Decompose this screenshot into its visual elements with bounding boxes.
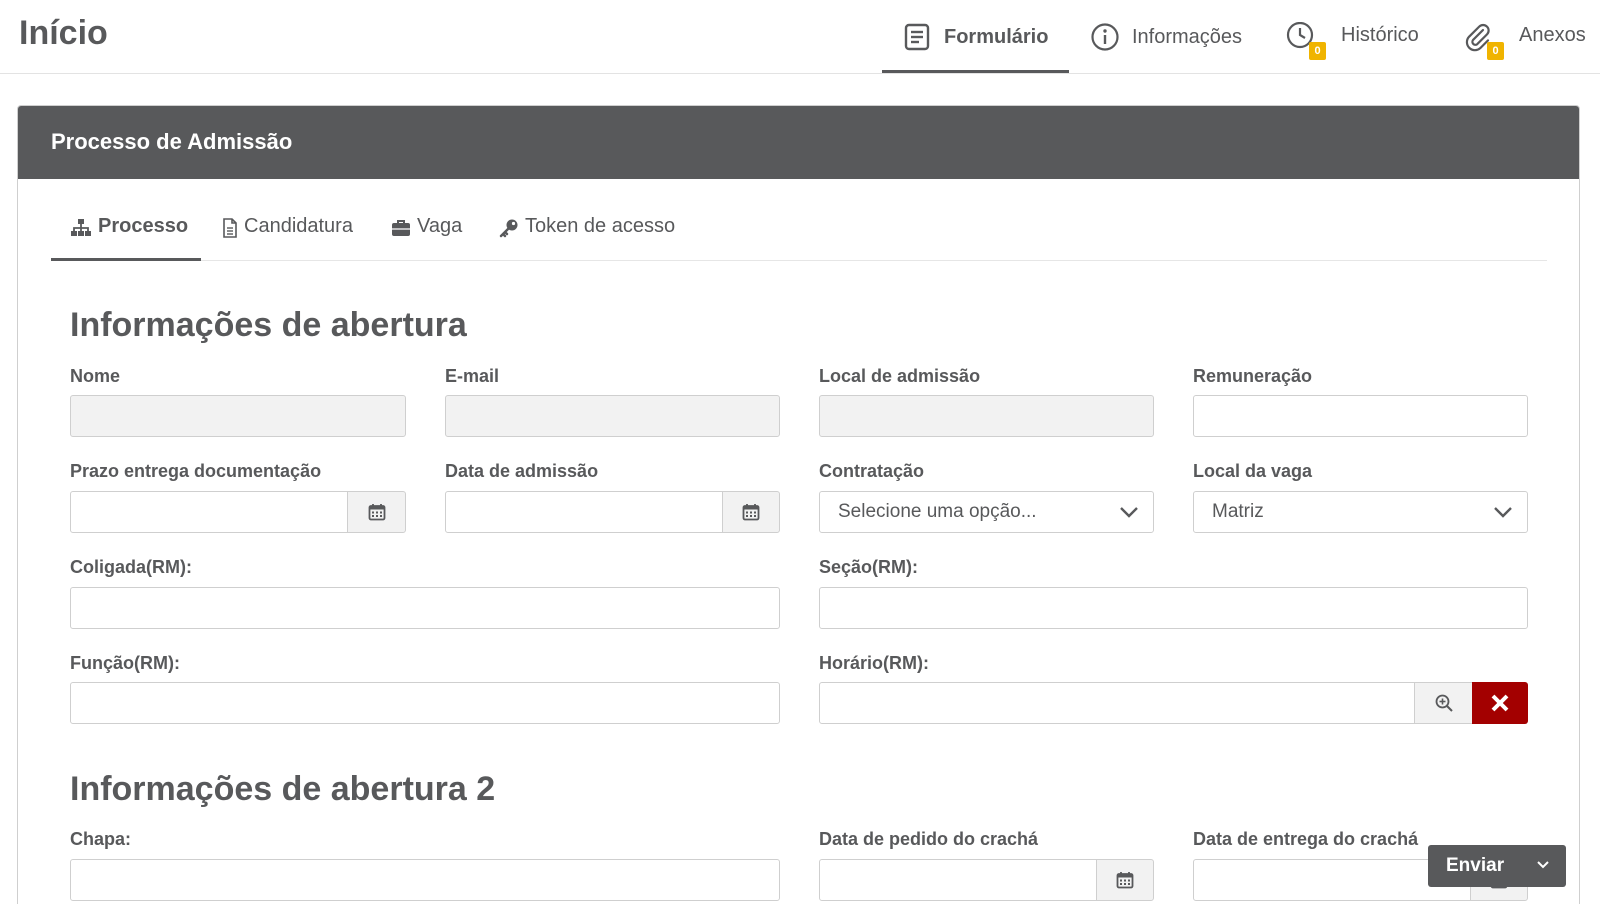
tab-anexos[interactable]: 0 Anexos (1463, 0, 1586, 74)
tab-historico[interactable]: 0 Histórico (1285, 0, 1419, 74)
data-pedido-cracha-field[interactable] (819, 859, 1097, 901)
section-title-abertura-2: Informações de abertura 2 (70, 770, 496, 808)
active-inner-tab-indicator (51, 258, 201, 261)
calendar-icon (1116, 872, 1134, 889)
local-admissao-field[interactable] (819, 395, 1154, 437)
label-data-entrega-cracha: Data de entrega do crachá (1193, 829, 1419, 849)
horario-search-button[interactable] (1414, 682, 1473, 724)
prazo-calendar-button[interactable] (347, 491, 406, 533)
label-coligada: Coligada(RM): (70, 557, 192, 577)
label-horario: Horário(RM): (819, 653, 929, 673)
tab-processo-label: Processo (98, 215, 189, 237)
email-field[interactable] (445, 395, 780, 437)
tab-token-acesso[interactable]: Token de acesso (499, 215, 675, 259)
section-title-abertura: Informações de abertura (70, 306, 467, 344)
clock-icon: 0 (1285, 22, 1326, 60)
contratacao-select[interactable]: Selecione uma opção... (819, 491, 1154, 533)
tab-vaga-label: Vaga (417, 215, 463, 237)
remuneracao-field[interactable] (1193, 395, 1528, 437)
label-chapa: Chapa: (70, 829, 132, 849)
tab-anexos-label: Anexos (1519, 23, 1586, 46)
close-icon (1491, 694, 1509, 712)
panel-header: Processo de Admissão (18, 106, 1579, 179)
document-icon (223, 218, 237, 238)
label-data-pedido-cracha: Data de pedido do crachá (819, 829, 1039, 849)
data-pedido-cracha-calendar-button[interactable] (1096, 859, 1154, 901)
briefcase-icon (392, 220, 410, 236)
anexos-badge: 0 (1487, 42, 1504, 60)
calendar-icon (368, 504, 385, 521)
local-vaga-select[interactable]: Matriz (1193, 491, 1528, 533)
tab-historico-label: Histórico (1341, 23, 1419, 46)
panel-title: Processo de Admissão (51, 129, 293, 154)
tab-vaga[interactable]: Vaga (391, 215, 462, 259)
tab-informacoes[interactable]: Informações (1090, 0, 1242, 74)
label-nome: Nome (70, 366, 121, 386)
zoom-in-icon (1435, 694, 1453, 712)
chevron-down-icon (1494, 507, 1512, 518)
data-admissao-field[interactable] (445, 491, 723, 533)
coligada-field[interactable] (70, 587, 780, 629)
form-icon (902, 22, 932, 52)
paperclip-icon: 0 (1463, 22, 1504, 60)
tab-processo[interactable]: Processo (70, 215, 188, 259)
tab-token-acesso-label: Token de acesso (525, 215, 676, 237)
prazo-documentacao-field[interactable] (70, 491, 348, 533)
info-icon (1090, 22, 1120, 52)
secao-field[interactable] (819, 587, 1528, 629)
label-local-admissao: Local de admissão (819, 366, 981, 386)
horario-field[interactable] (819, 682, 1415, 724)
historico-badge: 0 (1309, 42, 1326, 60)
data-admissao-calendar-button[interactable] (722, 491, 780, 533)
send-button-label: Enviar (1446, 855, 1505, 876)
chevron-down-icon (1120, 507, 1138, 518)
label-prazo-documentacao: Prazo entrega documentação (70, 461, 322, 481)
label-contratacao: Contratação (819, 461, 925, 481)
key-icon (499, 219, 518, 238)
tabs-divider (51, 260, 1547, 261)
sitemap-icon (71, 219, 91, 236)
nome-field[interactable] (70, 395, 406, 437)
send-button[interactable]: Enviar (1428, 845, 1566, 887)
tab-formulario[interactable]: Formulário (902, 0, 1048, 74)
funcao-field[interactable] (70, 682, 780, 724)
active-tab-indicator (882, 70, 1069, 73)
contratacao-selected-value: Selecione uma opção... (838, 501, 1037, 522)
tab-informacoes-label: Informações (1132, 25, 1243, 48)
chapa-field[interactable] (70, 859, 780, 901)
chevron-down-icon[interactable] (1536, 859, 1550, 871)
calendar-icon (742, 504, 760, 521)
tab-candidatura[interactable]: Candidatura (222, 215, 353, 259)
label-secao: Seção(RM): (819, 557, 919, 577)
page-title: Início (19, 14, 108, 52)
local-vaga-selected-value: Matriz (1212, 501, 1264, 522)
tab-formulario-label: Formulário (944, 25, 1049, 48)
label-funcao: Função(RM): (70, 653, 180, 673)
horario-clear-button[interactable] (1472, 682, 1528, 724)
tab-candidatura-label: Candidatura (244, 215, 353, 237)
label-local-vaga: Local da vaga (1193, 461, 1313, 481)
label-remuneracao: Remuneração (1193, 366, 1313, 386)
top-header: Início Formulário Informações 0 Históric… (0, 0, 1600, 74)
label-email: E-mail (445, 366, 500, 386)
label-data-admissao: Data de admissão (445, 461, 599, 481)
